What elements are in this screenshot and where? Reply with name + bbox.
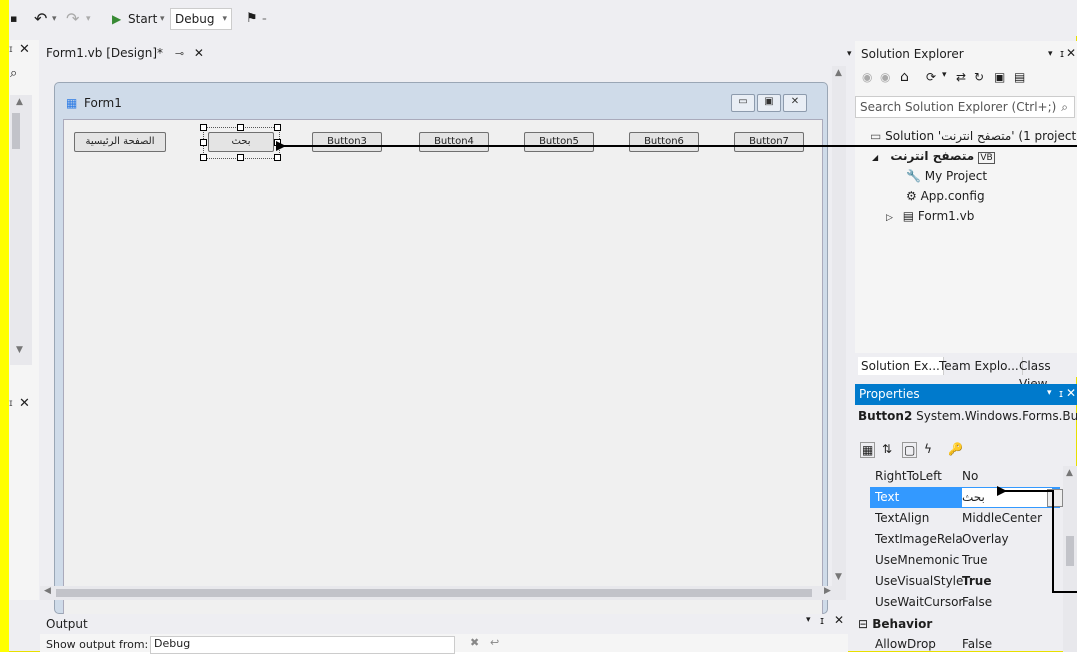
annotation-arrows xyxy=(276,141,1077,593)
arrow-to-text-property xyxy=(997,486,1077,593)
